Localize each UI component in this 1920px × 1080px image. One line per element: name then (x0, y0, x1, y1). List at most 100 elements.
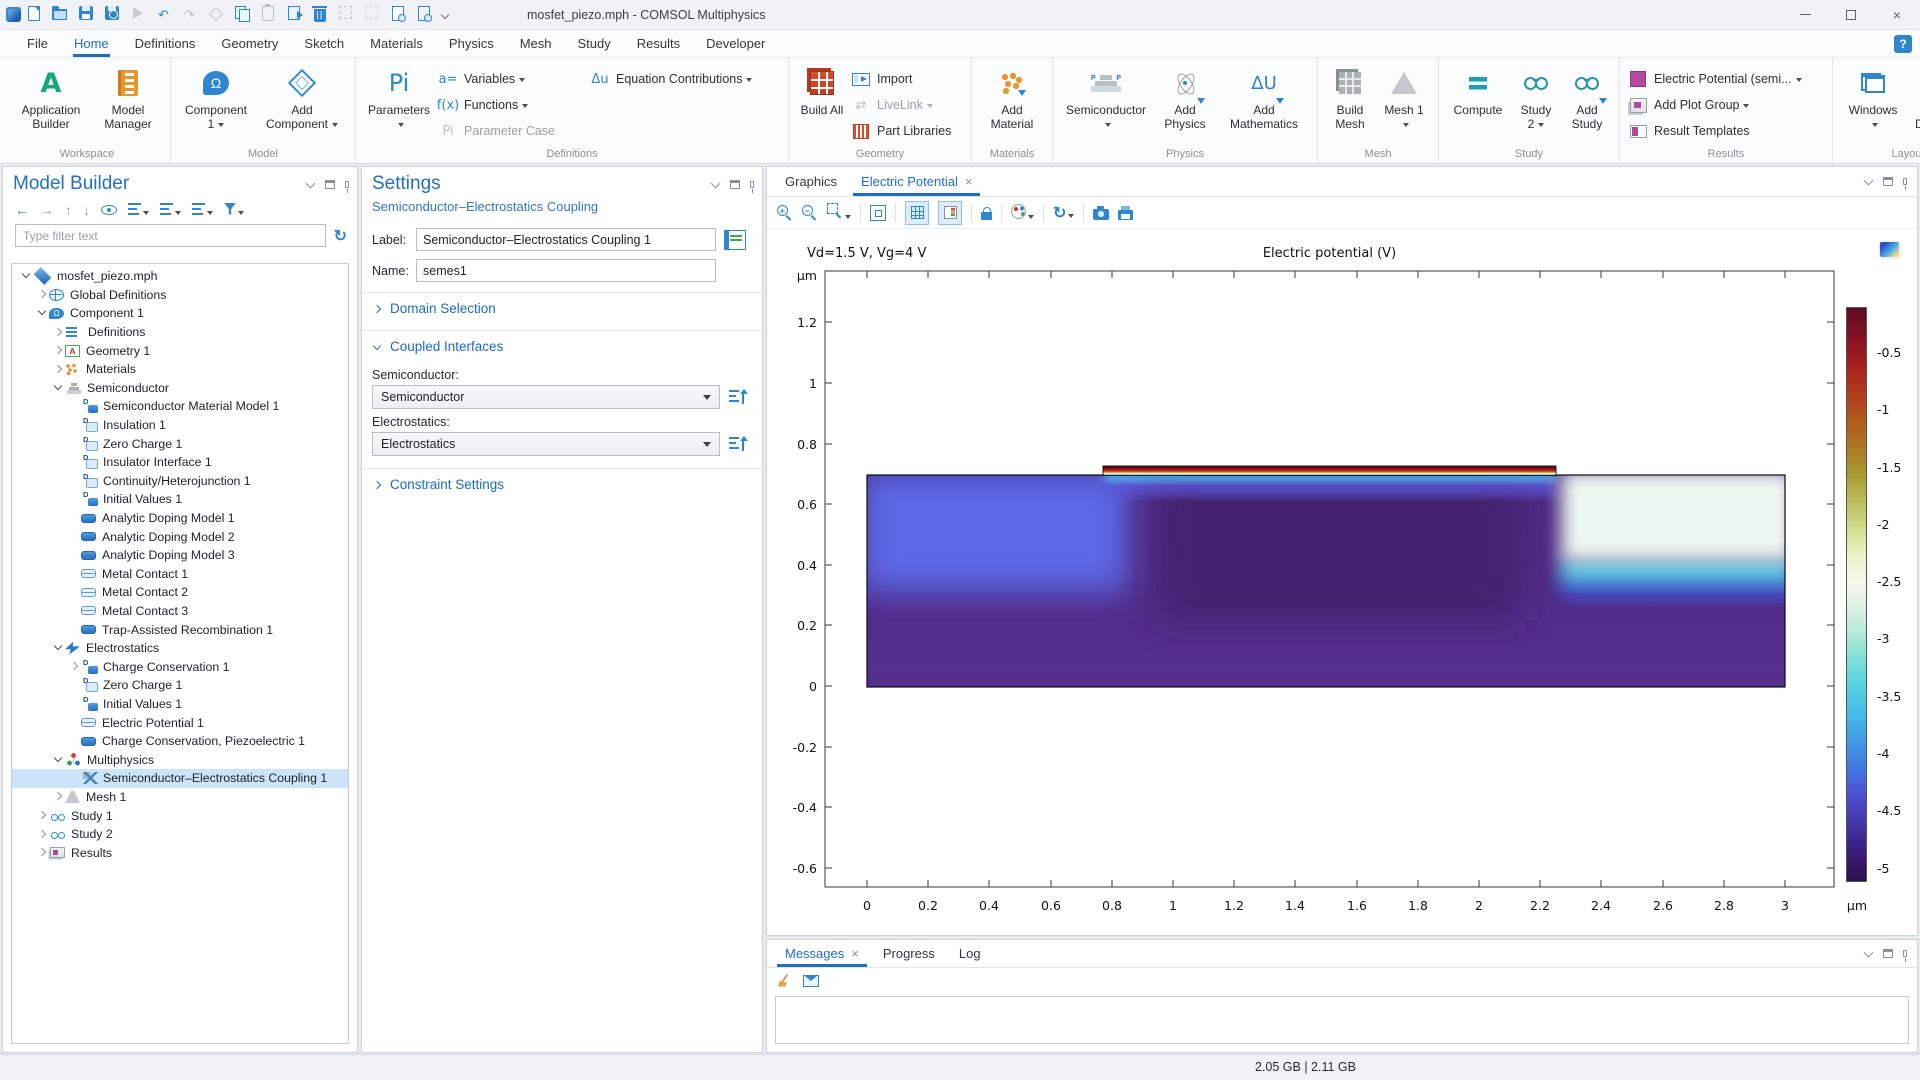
messages-output[interactable] (775, 996, 1909, 1044)
menu-sketch[interactable]: Sketch (291, 30, 357, 57)
expander-icon[interactable] (36, 847, 48, 859)
tab-progress[interactable]: Progress (871, 940, 947, 967)
zoom-in-icon[interactable]: + (777, 205, 793, 221)
customize-toolbar-chevron-icon[interactable] (441, 11, 449, 19)
menu-home[interactable]: Home (61, 30, 122, 57)
expander-icon[interactable] (36, 307, 48, 319)
paste-button[interactable] (259, 6, 276, 23)
save-button[interactable] (77, 6, 94, 23)
message-settings-icon[interactable] (803, 975, 819, 987)
tree-item[interactable]: Metal Contact 1 (12, 565, 348, 584)
section-domain-selection[interactable]: Domain Selection (362, 292, 762, 324)
find-settings-button[interactable] (415, 6, 432, 23)
add-study-button[interactable]: Add Study (1563, 62, 1611, 131)
tree-item[interactable]: AGeometry 1 (12, 341, 348, 360)
close-tab-icon[interactable]: × (851, 946, 859, 961)
panel-float-icon[interactable] (325, 180, 335, 189)
tab-electric-potential[interactable]: Electric Potential × (849, 167, 984, 196)
undo-button[interactable]: ↶ (155, 6, 172, 23)
equation-contributions-button[interactable]: Δu Equation Contributions (590, 68, 780, 90)
name-input[interactable] (416, 259, 716, 282)
move-down-button[interactable]: ↓ (83, 202, 90, 218)
refresh-icon[interactable]: ↻ (334, 226, 347, 246)
application-builder-button[interactable]: A Application Builder (12, 62, 90, 131)
model-manager-button[interactable]: Model Manager (94, 62, 162, 131)
tree-filter-input[interactable] (15, 224, 326, 247)
expand-all-button[interactable] (160, 203, 181, 218)
expander-icon[interactable] (52, 326, 64, 338)
plot-thumbnail-icon[interactable] (1880, 242, 1899, 257)
filter-button[interactable] (224, 203, 244, 218)
update-plot-icon[interactable]: ↻ (1053, 203, 1074, 223)
tree-item[interactable]: Insulator Interface 1 (12, 453, 348, 472)
panel-float-icon[interactable] (730, 180, 740, 189)
back-button[interactable]: ← (15, 202, 29, 218)
help-button[interactable]: ? (1894, 35, 1912, 53)
move-up-button[interactable]: ↑ (65, 202, 72, 218)
tree-item[interactable]: Metal Contact 3 (12, 602, 348, 621)
tree-item[interactable]: Electric Potential 1 (12, 713, 348, 732)
tree-item[interactable]: Results (12, 843, 348, 862)
collapse-all-button[interactable] (128, 203, 149, 218)
close-button[interactable]: × (1874, 0, 1920, 30)
tree-item[interactable]: Zero Charge 1 (12, 434, 348, 453)
model-tree[interactable]: mosfet_piezo.mph Global Definitions ΩCom… (11, 263, 349, 1044)
electric-potential-plot-button[interactable]: Electric Potential (semi... (1628, 68, 1824, 90)
tab-messages[interactable]: Messages × (773, 940, 871, 967)
expander-icon[interactable] (52, 382, 64, 394)
import-button[interactable]: Import (851, 68, 963, 90)
menu-materials[interactable]: Materials (357, 30, 436, 57)
expander-icon[interactable] (36, 810, 48, 822)
semiconductor-select[interactable]: Semiconductor (372, 385, 720, 409)
tree-item[interactable]: Continuity/Heterojunction 1 (12, 472, 348, 491)
tree-item[interactable]: Analytic Doping Model 3 (12, 546, 348, 565)
find-button[interactable] (389, 6, 406, 23)
node-order-button[interactable] (192, 203, 213, 218)
label-input[interactable] (416, 228, 716, 251)
component-1-button[interactable]: Ω Component 1 (179, 62, 253, 131)
panel-menu-chevron-icon[interactable] (1864, 949, 1873, 958)
expander-icon[interactable] (52, 754, 64, 766)
clear-messages-icon[interactable] (777, 974, 791, 988)
tab-graphics[interactable]: Graphics (773, 167, 849, 196)
close-tab-icon[interactable]: × (965, 174, 973, 189)
tree-item[interactable]: Charge Conservation 1 (12, 657, 348, 676)
annotation-note-icon[interactable] (724, 230, 746, 250)
menu-definitions[interactable]: Definitions (122, 30, 209, 57)
compute-button[interactable]: Compute (1447, 62, 1509, 117)
colorbar-toggle[interactable] (938, 201, 962, 225)
panel-menu-chevron-icon[interactable] (711, 180, 720, 189)
add-plot-group-button[interactable]: Add Plot Group (1628, 94, 1824, 116)
tree-item[interactable]: Multiphysics (12, 750, 348, 769)
expander-icon[interactable] (52, 791, 64, 803)
panel-pin-icon[interactable] (345, 181, 349, 188)
menu-file[interactable]: File (14, 30, 61, 57)
panel-pin-icon[interactable] (750, 181, 754, 188)
maximize-button[interactable] (1828, 0, 1874, 30)
tree-item[interactable]: Definitions (12, 323, 348, 342)
color-palette-icon[interactable] (1011, 204, 1034, 222)
expander-icon[interactable] (36, 289, 48, 301)
open-file-button[interactable] (51, 6, 68, 23)
menu-geometry[interactable]: Geometry (208, 30, 291, 57)
snapshot-camera-icon[interactable] (1093, 209, 1109, 220)
variables-button[interactable]: a= Variables (438, 68, 586, 90)
tree-item[interactable]: Trap-Assisted Recombination 1 (12, 620, 348, 639)
select-box-button[interactable] (337, 6, 354, 23)
tree-item[interactable]: Study 1 (12, 806, 348, 825)
panel-pin-icon[interactable] (1903, 950, 1907, 957)
zoom-extents-icon[interactable] (870, 205, 886, 221)
zoom-box-icon[interactable] (827, 203, 851, 222)
expander-icon[interactable] (52, 345, 64, 357)
tree-item[interactable]: Zero Charge 1 (12, 676, 348, 695)
save-search-button[interactable] (103, 6, 120, 23)
panel-menu-chevron-icon[interactable] (306, 180, 315, 189)
tree-item[interactable]: Semiconductor (12, 379, 348, 398)
forward-button[interactable]: → (40, 202, 54, 218)
add-material-button[interactable]: Add Material (980, 62, 1044, 131)
build-all-button[interactable]: Build All (797, 62, 847, 117)
part-libraries-button[interactable]: Part Libraries (851, 120, 963, 142)
panel-float-icon[interactable] (1883, 949, 1893, 958)
tree-item[interactable]: Study 2 (12, 825, 348, 844)
tree-item[interactable]: Initial Values 1 (12, 695, 348, 714)
